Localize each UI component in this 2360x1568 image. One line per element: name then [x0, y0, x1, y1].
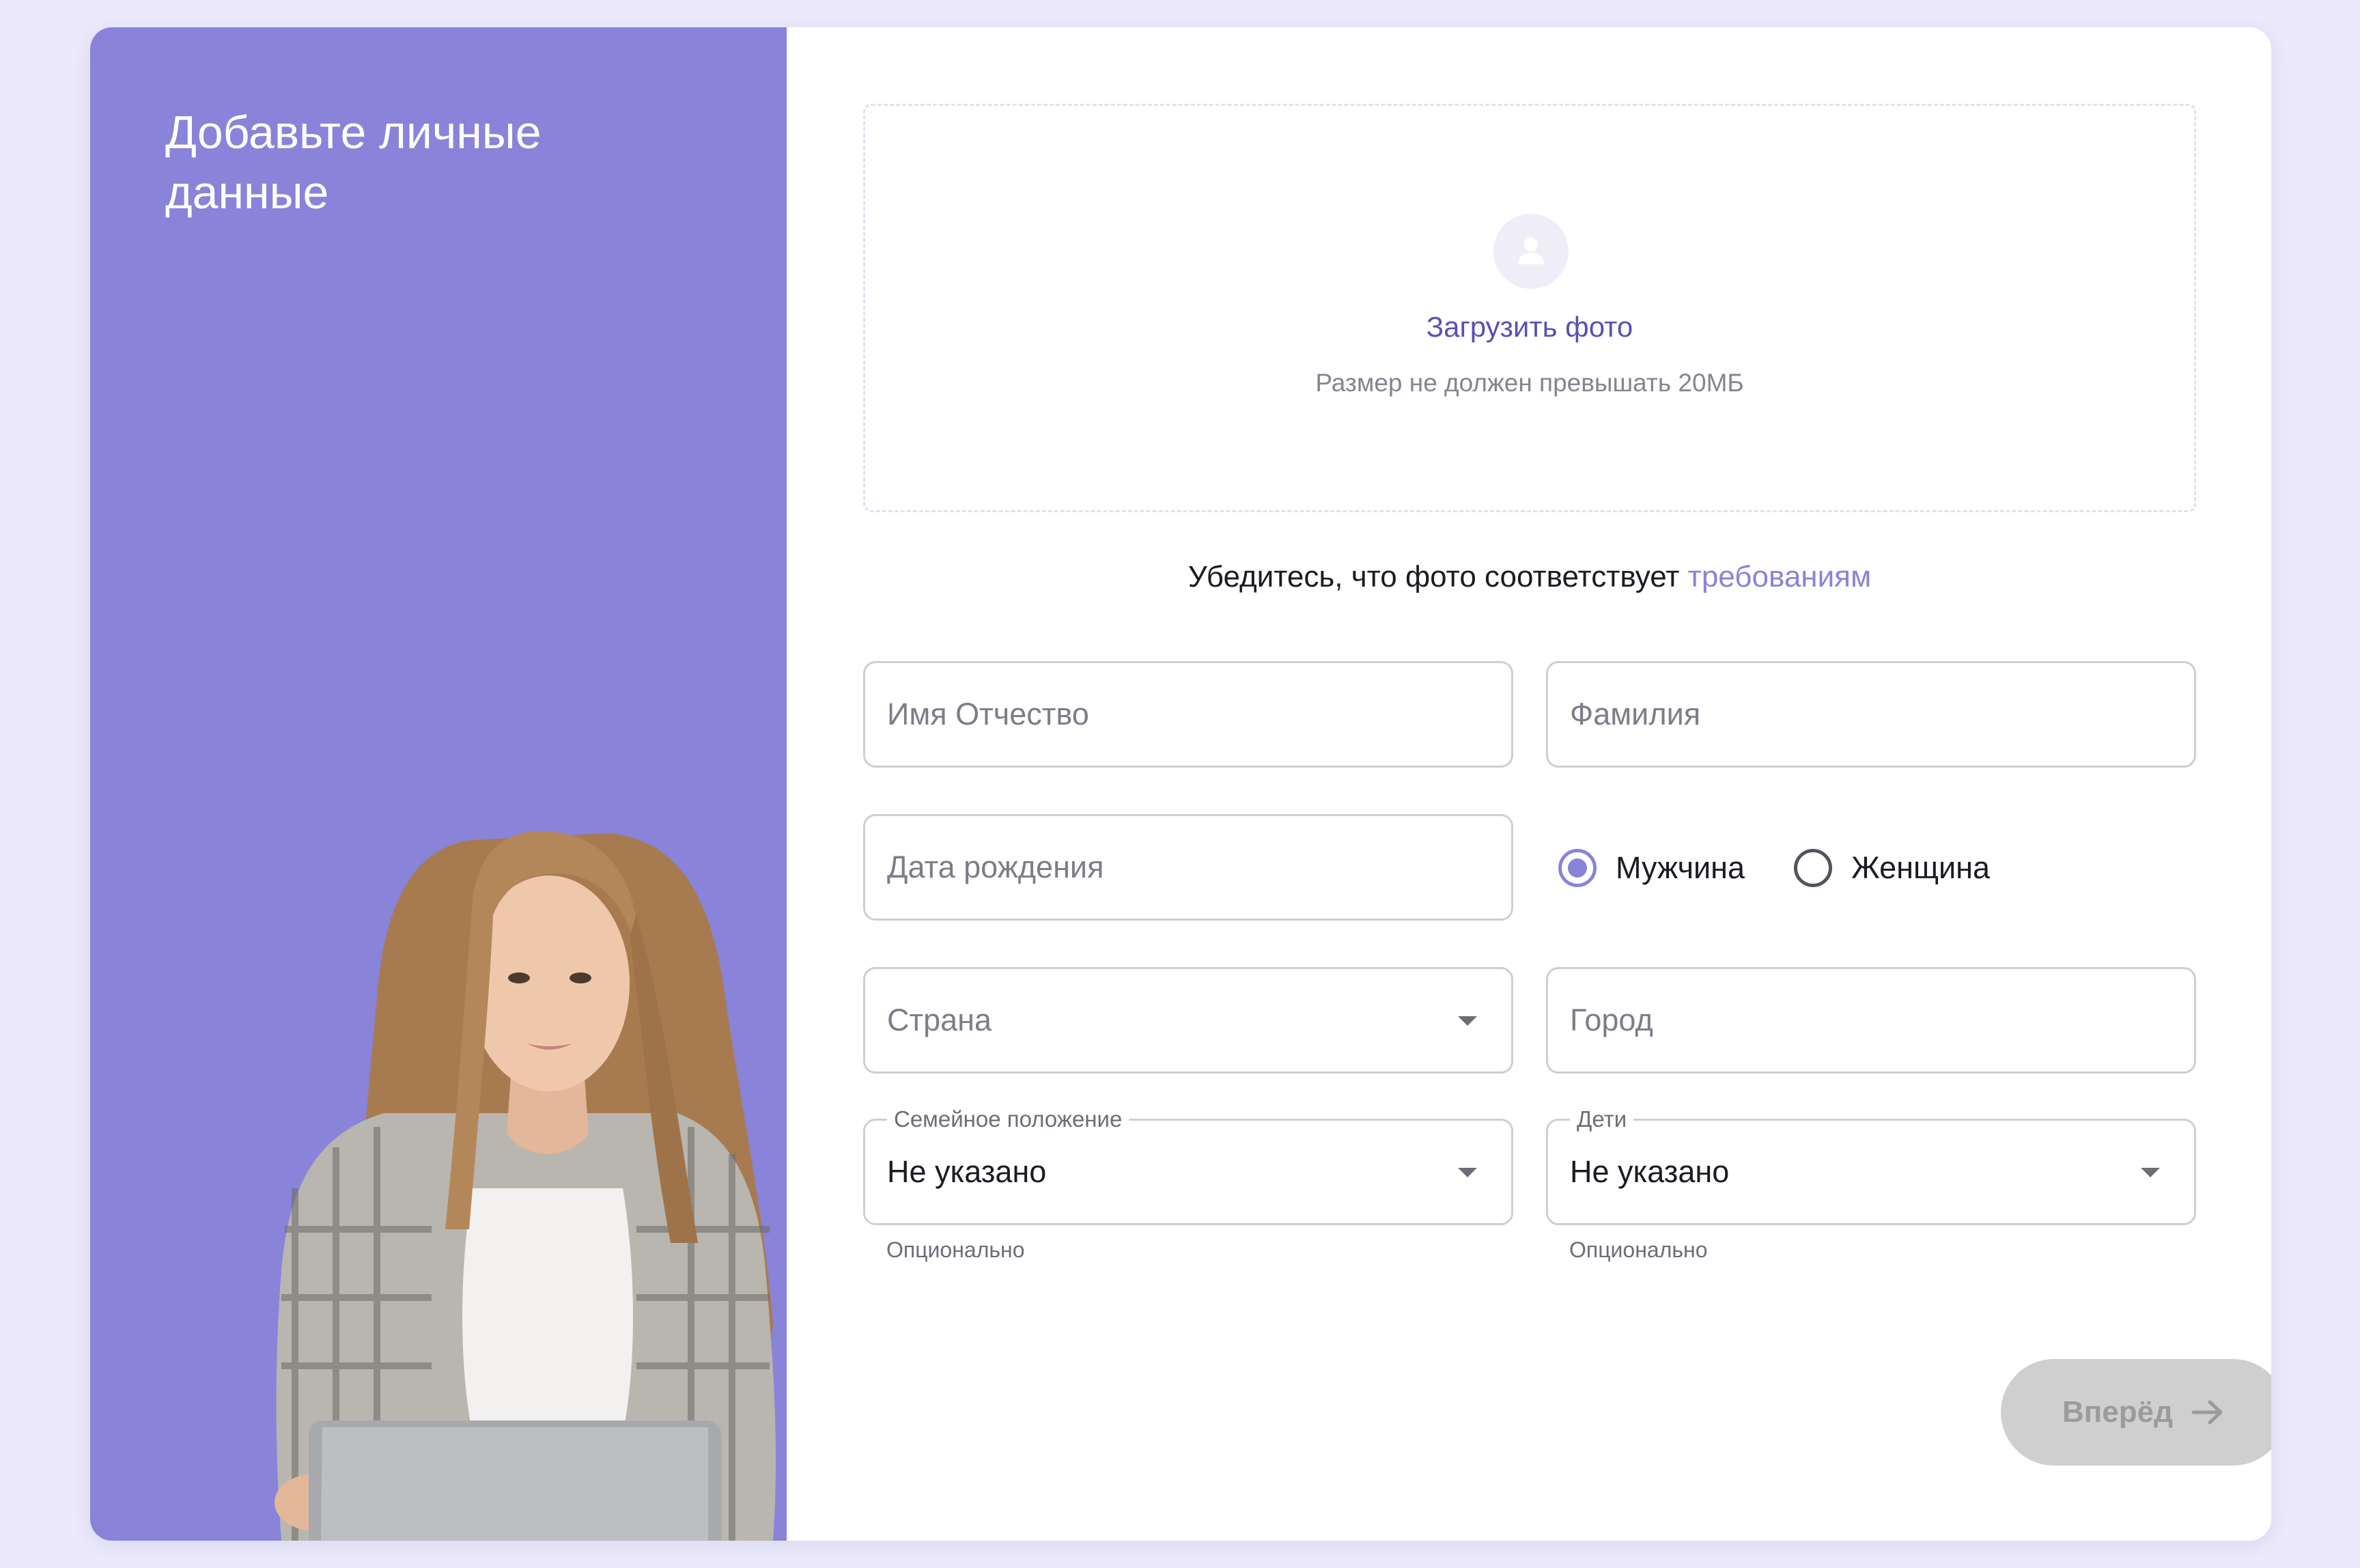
last-name-input[interactable]	[1548, 663, 2194, 766]
gender-male-label: Мужчина	[1616, 850, 1745, 885]
country-placeholder: Страна	[887, 1003, 992, 1037]
next-button[interactable]: Вперёд	[2001, 1359, 2271, 1466]
requirements-link[interactable]: требованиям	[1688, 560, 1872, 593]
upload-size-hint: Размер не должен превышать 20МБ	[1315, 369, 1744, 397]
birth-date-field[interactable]	[863, 814, 1513, 921]
photo-requirements-note: Убедитесь, что фото соответствует требов…	[863, 560, 2196, 594]
children-helper: Опционально	[1569, 1237, 1708, 1262]
gender-radio-group: Мужчина Женщина	[1558, 844, 2039, 892]
personal-data-card: Добавьте личные данные Загрузить фото Ра…	[90, 27, 2271, 1541]
gender-radio-female[interactable]: Женщина	[1794, 849, 1990, 887]
city-field[interactable]	[1546, 967, 2196, 1074]
next-button-label: Вперёд	[2062, 1395, 2174, 1429]
children-label: Дети	[1570, 1107, 1634, 1132]
marital-status-helper: Опционально	[886, 1237, 1025, 1262]
marital-status-label: Семейное положение	[887, 1107, 1129, 1132]
first-name-input[interactable]	[865, 663, 1511, 766]
first-name-field[interactable]	[863, 661, 1513, 768]
user-avatar-icon	[1493, 214, 1569, 289]
last-name-field[interactable]	[1546, 661, 2196, 768]
photo-upload-dropzone[interactable]: Загрузить фото Размер не должен превышат…	[863, 104, 2196, 512]
left-panel: Добавьте личные данные	[90, 27, 787, 1541]
chevron-down-icon[interactable]	[2141, 1168, 2160, 1177]
marital-status-select[interactable]: Семейное положение Не указано	[863, 1107, 1513, 1225]
gender-female-label: Женщина	[1851, 850, 1990, 885]
radio-checked-icon[interactable]	[1558, 849, 1597, 887]
marital-status-value: Не указано	[887, 1154, 1047, 1189]
gender-radio-male[interactable]: Мужчина	[1558, 849, 1745, 887]
birth-date-input[interactable]	[865, 816, 1511, 919]
upload-photo-link[interactable]: Загрузить фото	[865, 311, 2194, 344]
city-input[interactable]	[1548, 969, 2194, 1072]
requirements-text: Убедитесь, что фото соответствует	[1188, 560, 1688, 593]
radio-unchecked-icon[interactable]	[1794, 849, 1833, 887]
chevron-down-icon[interactable]	[1458, 1016, 1477, 1026]
form-area: Загрузить фото Размер не должен превышат…	[787, 27, 2271, 1541]
chevron-down-icon[interactable]	[1458, 1168, 1477, 1177]
country-select[interactable]: Страна	[863, 967, 1513, 1074]
arrow-right-icon	[2191, 1399, 2225, 1426]
children-value: Не указано	[1570, 1154, 1730, 1189]
children-select[interactable]: Дети Не указано	[1546, 1107, 2196, 1225]
hero-illustration	[275, 830, 776, 1541]
